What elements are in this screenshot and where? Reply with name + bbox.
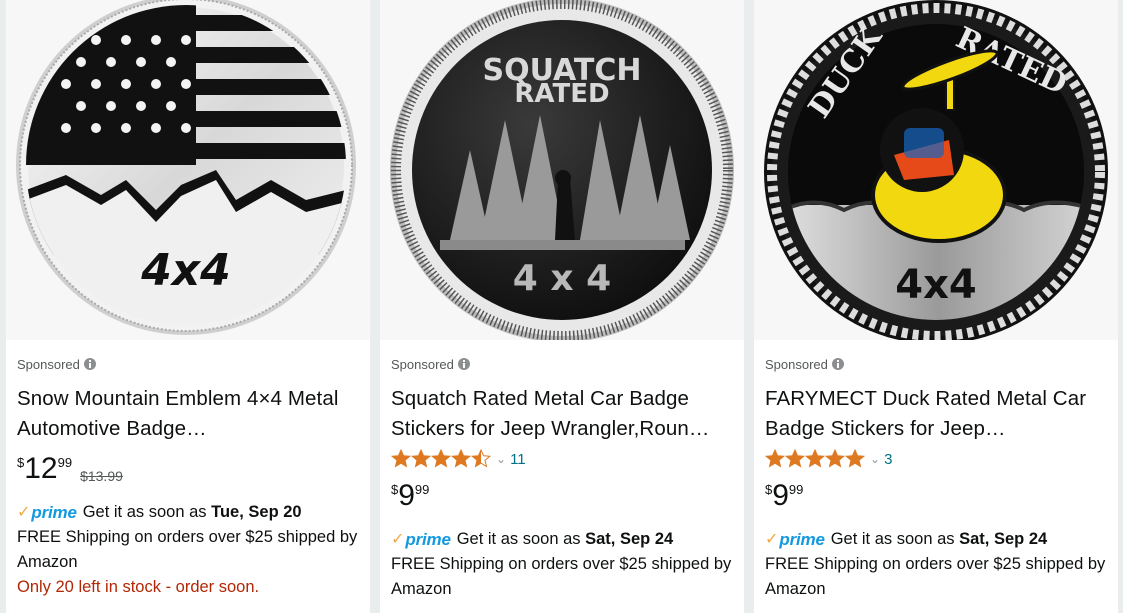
duck-badge-image: DUCK RATED 4x4: [764, 0, 1108, 340]
product-card[interactable]: SQUATCH RATED 4 x 4 Sponsored Squatch Ra…: [380, 0, 744, 613]
prime-check-icon: ✓: [391, 531, 405, 548]
delivery-info: ✓ prime Get it as soon as Sat, Sep 24 FREE…: [765, 527, 1110, 602]
rating[interactable]: ⌄ 3: [765, 447, 1110, 471]
stars-icon: [391, 449, 491, 468]
price[interactable]: $ 12 99 $13.99: [17, 452, 362, 490]
star-rating: [765, 449, 865, 469]
prime-check-icon: ✓: [17, 504, 31, 521]
product-image[interactable]: SQUATCH RATED 4 x 4: [380, 0, 744, 340]
price-fraction: 99: [57, 455, 73, 470]
delivery-prefix: Get it as soon as: [830, 530, 955, 548]
chevron-down-icon[interactable]: ⌄: [870, 452, 880, 466]
product-image[interactable]: DUCK RATED 4x4: [754, 0, 1118, 340]
price[interactable]: $ 9 99: [765, 479, 1110, 517]
product-title[interactable]: Snow Mountain Emblem 4×4 Metal Automotiv…: [17, 384, 362, 444]
delivery-date: Sat, Sep 24: [959, 530, 1048, 548]
info-icon[interactable]: [83, 358, 96, 370]
delivery-prefix: Get it as soon as: [456, 530, 581, 548]
list-price: $13.99: [80, 468, 123, 484]
badge-rated-text: RATED: [514, 79, 609, 109]
review-count[interactable]: 3: [884, 451, 892, 468]
badge-4x4-text: 4x4: [140, 245, 231, 296]
flag-mountain-badge-image: 4x4: [16, 0, 356, 335]
price-whole: 12: [24, 452, 58, 485]
sponsored-text: Sponsored: [391, 356, 454, 372]
price-fraction: 99: [788, 482, 804, 497]
prime-check-icon: ✓: [765, 531, 779, 548]
price[interactable]: $ 9 99: [391, 479, 736, 517]
prime-label: prime: [779, 530, 825, 549]
product-card[interactable]: 4x4 Sponsored Snow Mountain Emblem 4×4 M…: [6, 0, 370, 613]
badge-4x4-text: 4 x 4: [513, 258, 611, 299]
price-whole: 9: [772, 479, 789, 512]
review-count[interactable]: 11: [510, 451, 526, 468]
product-title[interactable]: Squatch Rated Metal Car Badge Stickers f…: [391, 384, 736, 444]
sponsored-label[interactable]: Sponsored: [765, 355, 1110, 373]
sponsored-label[interactable]: Sponsored: [17, 355, 362, 373]
delivery-date: Sat, Sep 24: [585, 530, 674, 548]
rating[interactable]: ⌄ 11: [391, 447, 736, 471]
price-symbol: $: [17, 455, 25, 470]
price-fraction: 99: [414, 482, 430, 497]
product-image[interactable]: 4x4: [6, 0, 370, 340]
price-whole: 9: [398, 479, 415, 512]
delivery-prefix: Get it as soon as: [82, 503, 207, 521]
chevron-down-icon[interactable]: ⌄: [496, 452, 506, 466]
sponsored-text: Sponsored: [765, 356, 828, 372]
price-symbol: $: [765, 482, 773, 497]
prime-label: prime: [31, 503, 77, 522]
stars-icon: [765, 449, 865, 468]
delivery-date: Tue, Sep 20: [211, 503, 302, 521]
stock-warning: Only 20 left in stock - order soon.: [17, 578, 260, 596]
sponsored-label[interactable]: Sponsored: [391, 355, 736, 373]
star-rating: [391, 449, 491, 469]
sponsored-text: Sponsored: [17, 356, 80, 372]
shipping-info: FREE Shipping on orders over $25 shipped…: [391, 555, 732, 598]
shipping-info: FREE Shipping on orders over $25 shipped…: [17, 528, 358, 571]
price-symbol: $: [391, 482, 399, 497]
delivery-info: ✓ prime Get it as soon as Sat, Sep 24 FREE…: [391, 527, 736, 602]
prime-badge: ✓ prime: [765, 527, 825, 552]
delivery-info: ✓ prime Get it as soon as Tue, Sep 20 FREE…: [17, 500, 362, 600]
info-icon[interactable]: [457, 358, 470, 370]
shipping-info: FREE Shipping on orders over $25 shipped…: [765, 555, 1106, 598]
product-card[interactable]: DUCK RATED 4x4 Sponsored FARYMECT Duck R…: [754, 0, 1118, 613]
squatch-badge-image: SQUATCH RATED 4 x 4: [390, 0, 734, 340]
prime-label: prime: [405, 530, 451, 549]
prime-badge: ✓ prime: [17, 500, 77, 525]
product-title[interactable]: FARYMECT Duck Rated Metal Car Badge Stic…: [765, 384, 1110, 444]
info-icon[interactable]: [831, 358, 844, 370]
badge-4x4-text: 4x4: [895, 262, 976, 308]
prime-badge: ✓ prime: [391, 527, 451, 552]
